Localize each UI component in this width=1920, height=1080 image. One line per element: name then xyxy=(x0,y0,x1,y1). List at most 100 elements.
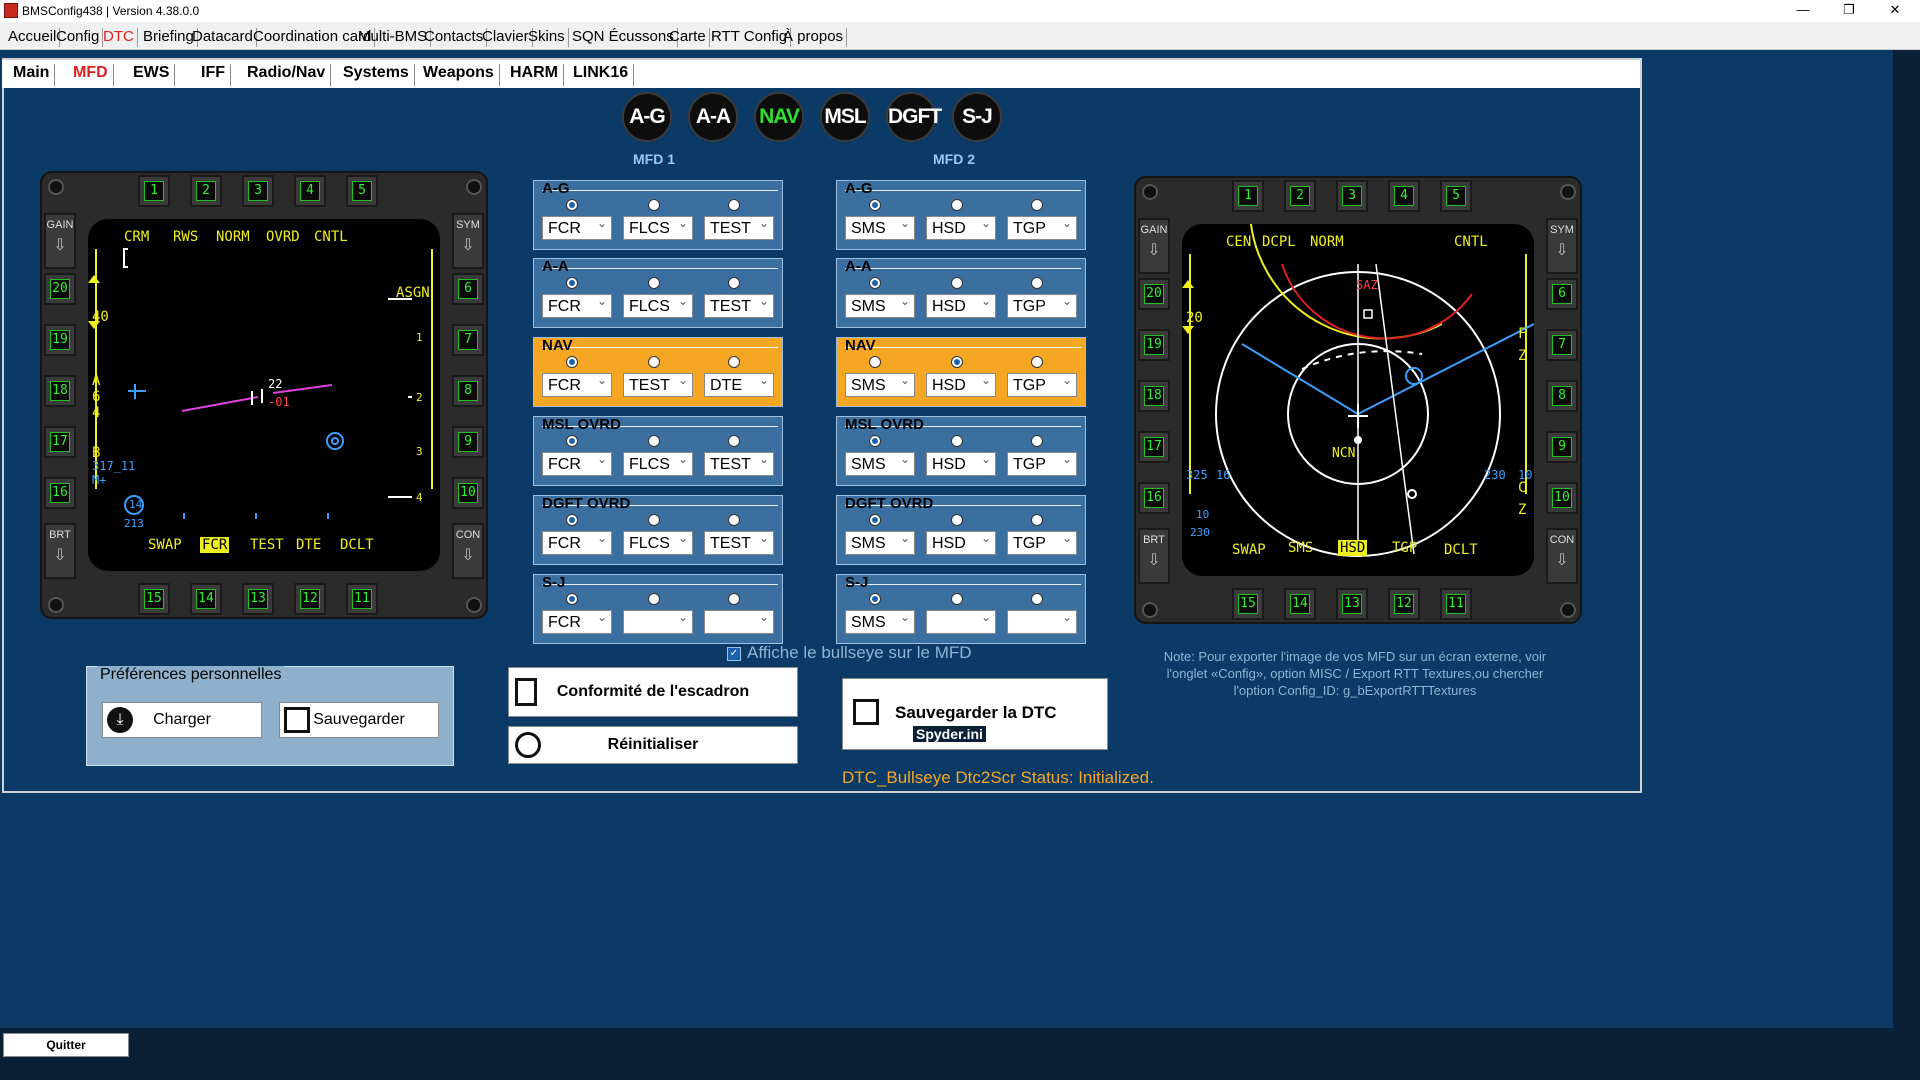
mfd2-osb-17[interactable]: 17 xyxy=(1138,431,1170,463)
groups1-group-radio-2[interactable] xyxy=(648,199,660,211)
mfd2-osb-14[interactable]: 14 xyxy=(1284,588,1316,620)
groups2-group-select-1[interactable]: SMS xyxy=(845,452,915,476)
subtab-link16[interactable]: LINK16 xyxy=(568,64,635,86)
mfd1-osb-6[interactable]: 6 xyxy=(452,273,484,305)
mfd2-gain-rocker[interactable]: GAIN ⇩ xyxy=(1138,218,1170,274)
groups2-group-radio-2[interactable] xyxy=(951,277,963,289)
groups2-group-select-2[interactable]: HSD xyxy=(926,531,996,555)
groups1-group-radio-3[interactable] xyxy=(728,356,740,368)
groups1-group-radio-3[interactable] xyxy=(728,435,740,447)
groups2-group-radio-3[interactable] xyxy=(1031,356,1043,368)
mfd2-osb-15[interactable]: 15 xyxy=(1232,588,1264,620)
mfd1-osb-7[interactable]: 7 xyxy=(452,324,484,356)
mfd2-brt-rocker[interactable]: BRT ⇩ xyxy=(1138,528,1170,584)
groups1-group-select-3[interactable]: TEST xyxy=(704,531,774,555)
mfd2-sym-rocker[interactable]: SYM ⇩ xyxy=(1546,218,1578,274)
groups2-group-radio-2[interactable] xyxy=(951,356,963,368)
mfd1-brt-rocker[interactable]: BRT ⇩ xyxy=(44,523,76,579)
mfd2-osb-2[interactable]: 2 xyxy=(1284,180,1316,212)
groups2-group-radio-1[interactable] xyxy=(869,435,881,447)
groups2-group-select-3[interactable]: TGP xyxy=(1007,294,1077,318)
groups1-group-select-1[interactable]: FCR xyxy=(542,610,612,634)
mfd1-osb-16[interactable]: 16 xyxy=(44,477,76,509)
mfd2-con-rocker[interactable]: CON ⇩ xyxy=(1546,528,1578,584)
groups2-group-select-1[interactable]: SMS xyxy=(845,216,915,240)
groups1-group-select-1[interactable]: FCR xyxy=(542,294,612,318)
menu-contacts[interactable]: Contacts xyxy=(421,28,488,47)
groups1-group-radio-2[interactable] xyxy=(648,514,660,526)
reset-button[interactable]: Réinitialiser xyxy=(508,726,798,764)
menu-sqn-cussons[interactable]: SQN Écussons xyxy=(569,28,678,47)
mfd1-osb-5[interactable]: 5 xyxy=(346,175,378,207)
groups1-group-select-3[interactable]: DTE xyxy=(704,373,774,397)
groups2-group-select-2[interactable]: HSD xyxy=(926,294,996,318)
groups1-group-radio-3[interactable] xyxy=(728,199,740,211)
menu-rtt-config[interactable]: RTT Config xyxy=(708,28,792,47)
groups2-group-radio-2[interactable] xyxy=(951,199,963,211)
groups2-group-select-3[interactable] xyxy=(1007,610,1077,634)
groups2-group-select-2[interactable] xyxy=(926,610,996,634)
groups2-group-select-2[interactable]: HSD xyxy=(926,373,996,397)
save-dtc-button[interactable]: Sauvegarder la DTC Spyder.ini xyxy=(842,678,1108,750)
groups1-group-select-3[interactable]: TEST xyxy=(704,216,774,240)
groups1-group-select-2[interactable]: FLCS xyxy=(623,216,693,240)
groups1-group-select-2[interactable]: FLCS xyxy=(623,452,693,476)
minimize-button[interactable]: — xyxy=(1780,0,1826,22)
quit-button[interactable]: Quitter xyxy=(3,1033,129,1057)
mode-button-a-g[interactable]: A-G xyxy=(622,92,672,142)
groups1-group-radio-1[interactable] xyxy=(566,435,578,447)
groups1-group-select-1[interactable]: FCR xyxy=(542,216,612,240)
groups2-group-radio-1[interactable] xyxy=(869,356,881,368)
mode-button-s-j[interactable]: S-J xyxy=(952,92,1002,142)
groups2-group-radio-1[interactable] xyxy=(869,199,881,211)
groups1-group-radio-3[interactable] xyxy=(728,277,740,289)
groups1-group-radio-3[interactable] xyxy=(728,514,740,526)
groups1-group-select-3[interactable]: TEST xyxy=(704,452,774,476)
groups1-group-radio-1[interactable] xyxy=(566,199,578,211)
mfd1-osb-12[interactable]: 12 xyxy=(294,583,326,615)
groups2-group-select-2[interactable]: HSD xyxy=(926,216,996,240)
mfd1-osb-10[interactable]: 10 xyxy=(452,477,484,509)
groups2-group-select-2[interactable]: HSD xyxy=(926,452,996,476)
mfd1-osb-2[interactable]: 2 xyxy=(190,175,222,207)
mfd1-osb-19[interactable]: 19 xyxy=(44,324,76,356)
mfd1-osb-1[interactable]: 1 xyxy=(138,175,170,207)
mfd1-osb-9[interactable]: 9 xyxy=(452,426,484,458)
mode-button-nav[interactable]: NAV xyxy=(754,92,804,142)
groups1-group-radio-1[interactable] xyxy=(566,277,578,289)
close-button[interactable]: ✕ xyxy=(1872,0,1918,22)
subtab-systems[interactable]: Systems xyxy=(338,64,415,86)
mfd2-osb-4[interactable]: 4 xyxy=(1388,180,1420,212)
load-button[interactable]: ⤓ Charger xyxy=(102,702,262,738)
groups1-group-select-2[interactable]: TEST xyxy=(623,373,693,397)
subtab-mfd[interactable]: MFD xyxy=(68,64,114,86)
subtab-ews[interactable]: EWS xyxy=(128,64,176,86)
subtab-iff[interactable]: IFF xyxy=(196,64,231,86)
mfd2-osb-5[interactable]: 5 xyxy=(1440,180,1472,212)
subtab-weapons[interactable]: Weapons xyxy=(418,64,500,86)
maximize-button[interactable]: ❐ xyxy=(1826,0,1872,22)
squadron-compliance-button[interactable]: Conformité de l'escadron xyxy=(508,667,798,717)
groups1-group-select-2[interactable] xyxy=(623,610,693,634)
groups1-group-radio-1[interactable] xyxy=(566,514,578,526)
menu-skins[interactable]: Skins xyxy=(525,28,569,47)
groups1-group-select-1[interactable]: FCR xyxy=(542,531,612,555)
mfd2-osb-12[interactable]: 12 xyxy=(1388,588,1420,620)
groups2-group-select-1[interactable]: SMS xyxy=(845,373,915,397)
mfd1-osb-18[interactable]: 18 xyxy=(44,375,76,407)
menu-dtc[interactable]: DTC xyxy=(100,28,138,47)
mfd2-osb-20[interactable]: 20 xyxy=(1138,278,1170,310)
groups2-group-radio-1[interactable] xyxy=(869,593,881,605)
groups2-group-radio-3[interactable] xyxy=(1031,593,1043,605)
mfd1-osb-8[interactable]: 8 xyxy=(452,375,484,407)
groups2-group-select-1[interactable]: SMS xyxy=(845,294,915,318)
groups2-group-select-3[interactable]: TGP xyxy=(1007,216,1077,240)
groups1-group-select-3[interactable] xyxy=(704,610,774,634)
groups2-group-radio-3[interactable] xyxy=(1031,277,1043,289)
groups1-group-select-1[interactable]: FCR xyxy=(542,452,612,476)
mfd1-osb-17[interactable]: 17 xyxy=(44,426,76,458)
mfd2-osb-10[interactable]: 10 xyxy=(1546,482,1578,514)
subtab-main[interactable]: Main xyxy=(8,64,56,86)
mode-button-msl[interactable]: MSL xyxy=(820,92,870,142)
groups1-group-select-1[interactable]: FCR xyxy=(542,373,612,397)
